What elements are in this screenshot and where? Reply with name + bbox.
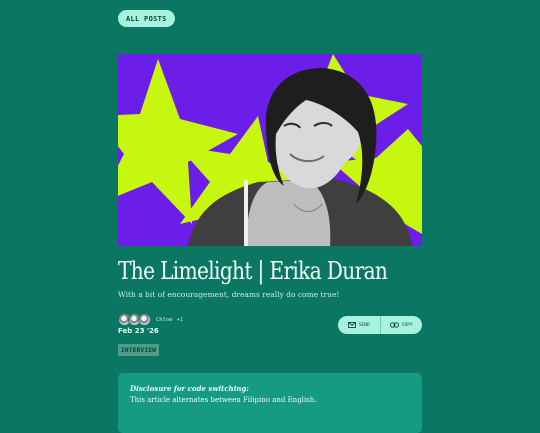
link-icon <box>389 322 399 328</box>
post-title: The Limelight | Erika Duran <box>118 257 388 285</box>
mail-icon <box>347 322 356 328</box>
hero-image <box>118 54 422 246</box>
send-button[interactable]: SEND <box>338 316 380 334</box>
send-label: SEND <box>358 322 370 328</box>
disclosure-title: Disclosure for code switching: <box>130 384 249 393</box>
disclosure-callout: Disclosure for code switching: This arti… <box>118 373 422 433</box>
author-more-count[interactable]: +1 <box>177 317 184 323</box>
copy-label: COPY <box>401 322 413 328</box>
share-group: SEND COPY <box>338 316 422 334</box>
post-subtitle: With a bit of encouragement, dreams real… <box>118 290 340 299</box>
all-posts-label: ALL POSTS <box>126 14 167 23</box>
copy-link-button[interactable]: COPY <box>379 316 423 334</box>
tag-label: INTERVIEW <box>121 346 157 354</box>
all-posts-button[interactable]: ALL POSTS <box>118 10 175 27</box>
author-list[interactable]: Chloe +1 <box>118 313 183 326</box>
author-names[interactable]: Chloe <box>156 317 173 323</box>
tag-interview[interactable]: INTERVIEW <box>118 344 160 356</box>
post-date: Feb 23 '26 <box>118 327 159 335</box>
hero-artwork <box>118 54 422 246</box>
disclosure-text: This article alternates between Filipino… <box>130 396 317 404</box>
avatar[interactable] <box>138 313 151 326</box>
